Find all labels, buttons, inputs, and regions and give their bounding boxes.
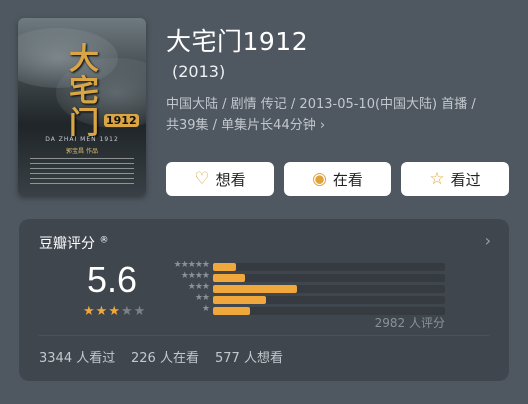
target-circle-icon: ◉ [312, 168, 327, 189]
star-outline-icon: ☆ [429, 168, 445, 189]
divider [39, 335, 489, 336]
watching-button[interactable]: ◉ 在看 [284, 162, 391, 196]
poster-title: 大宅门 [69, 42, 99, 141]
poster-credit: 郭宝昌 作品 [66, 148, 98, 155]
rating-score: 5.6 [87, 259, 138, 300]
chevron-right-icon[interactable]: › [485, 231, 491, 250]
distribution-bar [213, 263, 237, 271]
watched-button[interactable]: ☆ 看过 [401, 162, 509, 196]
heart-plus-icon: ♡ [194, 168, 210, 189]
release-year: (2013) [172, 62, 226, 81]
want-count[interactable]: 577 人想看 [215, 347, 283, 366]
distribution-row: ★★ [161, 293, 461, 304]
distribution-track [213, 285, 445, 293]
poster-subtitle: 1912 [104, 114, 139, 127]
star-filled-icon: ★ [108, 304, 120, 319]
star-empty-icon: ★ [120, 304, 133, 319]
rating-stars: ★ ★ ★ ★ ★ [83, 305, 145, 318]
distribution-row: ★★★★★ [161, 260, 461, 271]
rating-section-title: 豆瓣评分 ® [39, 233, 108, 253]
page-title: 大宅门1912 [166, 27, 309, 56]
star-filled-icon: ★ [83, 304, 95, 319]
distribution-star-label: ★★★★ [180, 271, 210, 281]
distribution-track [213, 263, 445, 271]
meta-line-2: 共39集 / 单集片长44分钟 › [166, 115, 514, 136]
watching-label: 在看 [332, 170, 363, 189]
distribution-track [213, 296, 445, 304]
rating-panel[interactable]: 豆瓣评分 ® › 5.6 ★ ★ ★ ★ ★ ★★★★★ ★★★★ ★★★ ★★ ★ 2982 … [19, 219, 509, 381]
chevron-right-icon: › [319, 118, 326, 133]
rating-count: 2982 人评分 [374, 316, 445, 330]
poster-english-title: DA ZHAI MEN 1912 [45, 136, 119, 143]
distribution-star-label: ★★★ [187, 282, 210, 292]
registered-mark: ® [99, 235, 109, 246]
meta-line-1: 中国大陆 / 剧情 传记 / 2013-05-10(中国大陆) 首播 / [166, 97, 476, 112]
rating-section-title-text: 豆瓣评分 [39, 236, 95, 252]
meta-line-2-text: 共39集 / 单集片长44分钟 [166, 118, 316, 133]
distribution-row: ★★★★ [161, 271, 461, 282]
movie-meta[interactable]: 中国大陆 / 剧情 传记 / 2013-05-10(中国大陆) 首播 / 共39… [166, 94, 514, 136]
distribution-star-label: ★★★★★ [173, 260, 210, 270]
watched-label: 看过 [450, 170, 481, 189]
watched-count[interactable]: 3344 人看过 [39, 347, 115, 366]
star-filled-icon: ★ [95, 304, 108, 319]
distribution-bar [213, 274, 246, 282]
distribution-bar [213, 296, 267, 304]
poster-image[interactable]: 大宅门 1912 DA ZHAI MEN 1912 郭宝昌 作品 [18, 18, 146, 196]
distribution-star-label: ★★ [194, 293, 210, 303]
distribution-star-label: ★ [201, 304, 210, 314]
want-to-watch-label: 想看 [215, 170, 246, 189]
distribution-track [213, 274, 445, 282]
star-empty-icon: ★ [133, 304, 146, 319]
poster-cast-lines [30, 158, 134, 188]
distribution-bar [213, 285, 297, 293]
watching-count[interactable]: 226 人在看 [131, 347, 199, 366]
distribution-row: ★★★ [161, 282, 461, 293]
want-to-watch-button[interactable]: ♡ 想看 [166, 162, 274, 196]
distribution-bar [213, 307, 251, 315]
